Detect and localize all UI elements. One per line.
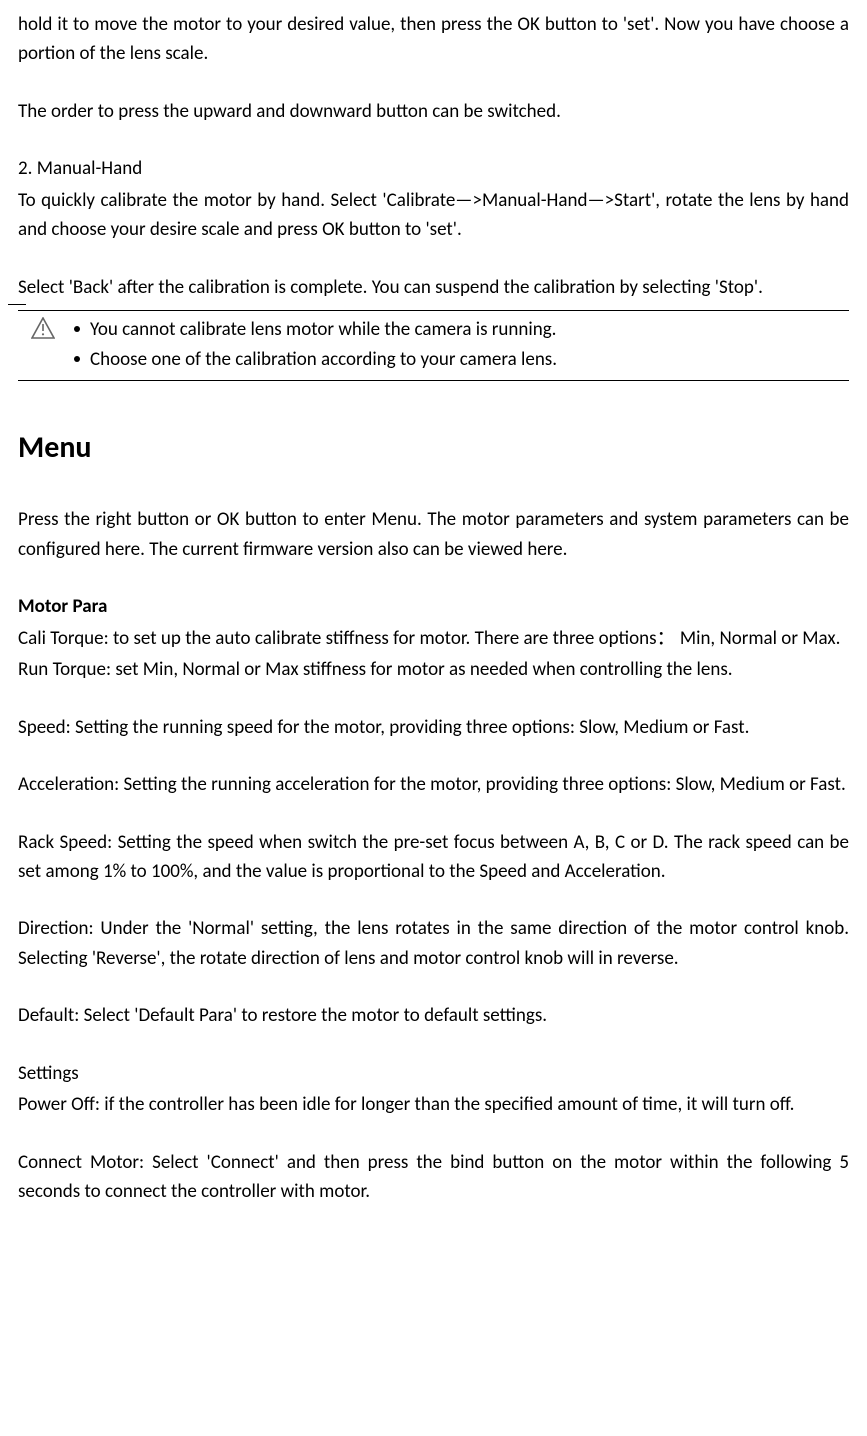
motor-para-heading: Motor Para bbox=[18, 592, 849, 621]
intro-p1: hold it to move the motor to your desire… bbox=[18, 10, 849, 69]
manual-hand-text: To quickly calibrate the motor by hand. … bbox=[18, 186, 849, 245]
rule-short bbox=[8, 304, 26, 305]
run-torque: Run Torque: set Min, Normal or Max stiff… bbox=[18, 655, 849, 684]
warning-icon-col bbox=[18, 315, 68, 339]
bullet-icon bbox=[74, 326, 80, 332]
default: Default: Select 'Default Para' to restor… bbox=[18, 1001, 849, 1030]
connect-motor: Connect Motor: Select 'Connect' and then… bbox=[18, 1148, 849, 1207]
acceleration: Acceleration: Setting the running accele… bbox=[18, 770, 849, 799]
speed: Speed: Setting the running speed for the… bbox=[18, 713, 849, 742]
settings-heading: Settings bbox=[18, 1059, 849, 1088]
rack-speed: Rack Speed: Setting the speed when switc… bbox=[18, 828, 849, 887]
menu-intro: Press the right button or OK button to e… bbox=[18, 505, 849, 564]
menu-heading: Menu bbox=[18, 425, 849, 472]
cali-torque: Cali Torque: to set up the auto calibrat… bbox=[18, 624, 849, 653]
direction: Direction: Under the 'Normal' setting, t… bbox=[18, 914, 849, 973]
warning-icon bbox=[31, 317, 55, 339]
bullet-icon bbox=[74, 356, 80, 362]
warning-item-2: Choose one of the calibration according … bbox=[74, 345, 849, 374]
warning-text-2: Choose one of the calibration according … bbox=[90, 345, 557, 374]
power-off: Power Off: if the controller has been id… bbox=[18, 1090, 849, 1119]
warning-box: You cannot calibrate lens motor while th… bbox=[18, 310, 849, 381]
select-back-text: Select 'Back' after the calibration is c… bbox=[18, 273, 849, 302]
intro-p2: The order to press the upward and downwa… bbox=[18, 97, 849, 126]
warning-text-1: You cannot calibrate lens motor while th… bbox=[90, 315, 556, 344]
manual-hand-title: 2. Manual-Hand bbox=[18, 154, 849, 183]
warning-item-1: You cannot calibrate lens motor while th… bbox=[74, 315, 849, 344]
